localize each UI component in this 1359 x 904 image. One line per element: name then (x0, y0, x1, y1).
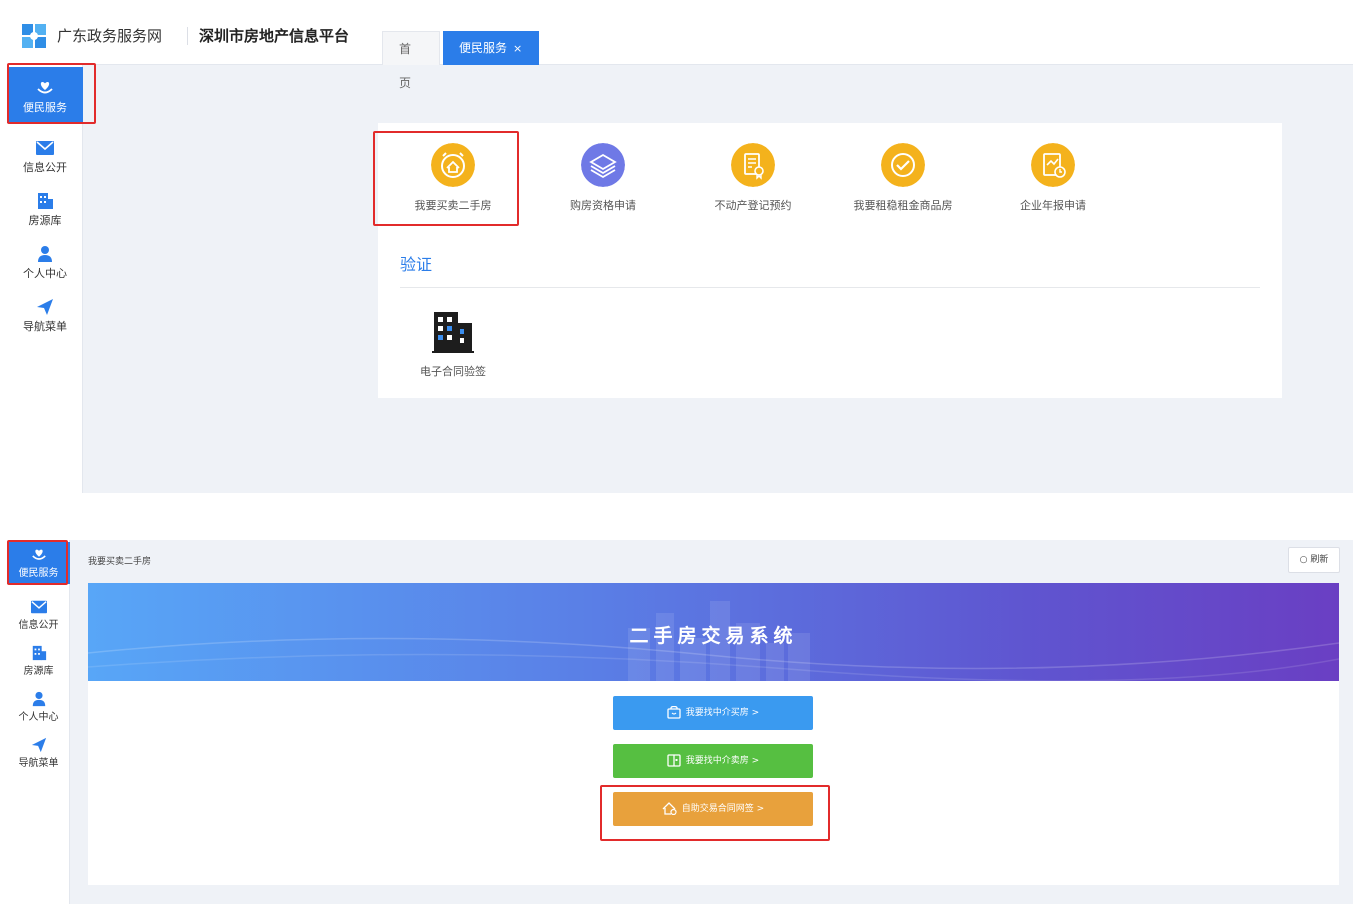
door-icon (667, 754, 681, 767)
sidebar-item-label: 导航菜单 (23, 320, 67, 333)
service-annual-report[interactable]: 企业年报申请 (978, 143, 1128, 213)
services-card: 我要买卖二手房 购房资格申请 不动产登记预约 我要租稳租金商品房 企业年报申请 … (378, 123, 1282, 398)
sidebar-item-nav-menu[interactable]: 导航菜单 (7, 292, 83, 338)
second-hand-trading-panel: 便民服务 信息公开 房源库 个人中心 导航菜单 我要买卖二手房 ○ 刷新 二手房… (7, 540, 1353, 904)
refresh-button[interactable]: ○ 刷新 (1288, 547, 1340, 573)
paper-plane-icon (31, 737, 46, 753)
button-label: 我要找中介卖房 > (685, 756, 760, 766)
sidebar-item-label: 信息公开 (23, 161, 67, 174)
buy-via-agency-button[interactable]: 我要找中介买房 > (613, 696, 813, 730)
tab-home[interactable]: 首 页 (382, 31, 440, 90)
report-chart-icon (1031, 143, 1075, 187)
sidebar-item-label: 便民服务 (23, 101, 67, 114)
office-building-icon (432, 312, 474, 353)
user-icon (32, 691, 45, 707)
gd-logo-icon (22, 24, 46, 48)
service-second-hand-house[interactable]: 我要买卖二手房 (378, 143, 528, 213)
platform-title: 深圳市房地产信息平台 (199, 27, 350, 45)
banner-title: 二手房交易系统 (629, 625, 798, 647)
brand-separator (187, 27, 188, 45)
refresh-icon: ○ (1299, 555, 1308, 565)
tab-close-icon[interactable]: × (513, 42, 522, 55)
service-rental-housing[interactable]: 我要租稳租金商品房 (828, 143, 978, 213)
house-cycle-icon (662, 802, 677, 816)
service-label: 我要租稳租金商品房 (853, 199, 953, 212)
shopping-bag-icon (667, 705, 681, 719)
service-label: 企业年报申请 (1020, 199, 1086, 212)
sidebar-item-convenience[interactable]: 便民服务 (7, 542, 70, 584)
self-service-contract-button[interactable]: 自助交易合同网签 > (613, 792, 813, 826)
service-label: 我要买卖二手房 (414, 199, 492, 212)
heart-hand-icon (31, 549, 46, 560)
section-divider (400, 287, 1260, 288)
service-portal-panel: 广东政务服务网 深圳市房地产信息平台 首 页 便民服务 × 便民服务 信息公开 房… (7, 7, 1353, 493)
document-seal-icon (731, 143, 775, 187)
sidebar-item-label: 便民服务 (18, 568, 59, 579)
system-banner: 二手房交易系统 (88, 583, 1339, 681)
sidebar-item-label: 个人中心 (18, 712, 59, 723)
paper-plane-icon (37, 299, 53, 315)
sidebar-item-label: 房源库 (23, 666, 54, 677)
mail-icon (30, 600, 47, 614)
sidebar-item-personal[interactable]: 个人中心 (7, 239, 83, 285)
sidebar-item-housing[interactable]: 房源库 (7, 186, 83, 232)
sidebar-item-label: 房源库 (28, 214, 62, 227)
breadcrumb: 我要买卖二手房 (88, 557, 152, 567)
layers-icon (581, 143, 625, 187)
service-e-contract-verify[interactable]: 电子合同验签 (408, 309, 498, 379)
service-label: 不动产登记预约 (714, 199, 792, 212)
refresh-label: 刷新 (1310, 555, 1329, 565)
action-area: 我要找中介买房 > 我要找中介卖房 > 自助交易合同网签 > (88, 681, 1339, 885)
sidebar-item-housing[interactable]: 房源库 (7, 640, 70, 682)
sidebar-item-label: 个人中心 (23, 267, 67, 280)
sidebar: 便民服务 信息公开 房源库 个人中心 导航菜单 (7, 540, 70, 904)
sidebar: 便民服务 信息公开 房源库 个人中心 导航菜单 (7, 65, 83, 493)
tab-label: 便民服务 (459, 41, 508, 55)
mail-icon (36, 141, 54, 155)
tab-convenience-service[interactable]: 便民服务 × (443, 31, 539, 65)
button-label: 自助交易合同网签 > (681, 804, 765, 814)
alarm-house-icon (431, 143, 475, 187)
brand-name[interactable]: 广东政务服务网 (57, 25, 162, 46)
heart-hand-icon (37, 82, 53, 94)
service-purchase-qualification[interactable]: 购房资格申请 (528, 143, 678, 213)
service-label: 电子合同验签 (420, 365, 486, 378)
sidebar-item-info-public[interactable]: 信息公开 (7, 594, 70, 636)
sidebar-item-label: 导航菜单 (18, 758, 59, 769)
building-icon (38, 193, 53, 209)
service-real-estate-registration[interactable]: 不动产登记预约 (678, 143, 828, 213)
sidebar-item-convenience[interactable]: 便民服务 (7, 67, 83, 123)
check-circle-icon (881, 143, 925, 187)
service-label: 购房资格申请 (570, 199, 636, 212)
building-icon (32, 645, 46, 661)
sidebar-item-nav-menu[interactable]: 导航菜单 (7, 732, 70, 774)
sidebar-item-info-public[interactable]: 信息公开 (7, 133, 83, 179)
button-label: 我要找中介买房 > (685, 708, 760, 718)
section-title-verify: 验证 (400, 255, 433, 274)
top-header: 广东政务服务网 深圳市房地产信息平台 首 页 便民服务 × (7, 7, 1353, 90)
sell-via-agency-button[interactable]: 我要找中介卖房 > (613, 744, 813, 778)
user-icon (38, 246, 52, 262)
sidebar-item-label: 信息公开 (18, 620, 59, 631)
sidebar-item-personal[interactable]: 个人中心 (7, 686, 70, 728)
